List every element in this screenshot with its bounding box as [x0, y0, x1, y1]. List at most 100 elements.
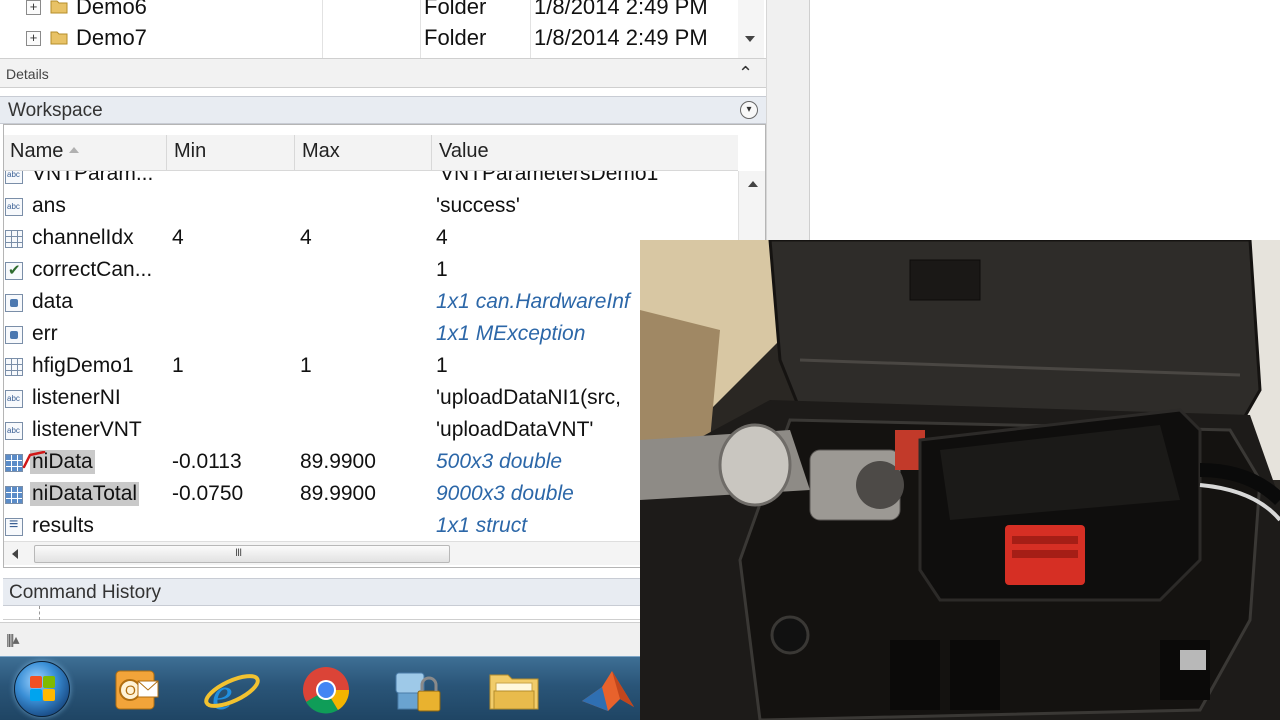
column-divider[interactable]	[166, 135, 167, 171]
details-panel-header[interactable]: Details ⌃	[0, 58, 766, 88]
table-row-selected[interactable]: niDataTotal -0.0750 89.9900 9000x3 doubl…	[4, 479, 738, 511]
folder-date: 1/8/2014 2:49 PM	[534, 0, 708, 19]
internet-explorer-icon[interactable]: e	[200, 663, 264, 717]
svg-text:O: O	[125, 682, 136, 698]
folder-icon	[50, 31, 68, 45]
matlab-icon[interactable]	[576, 663, 640, 717]
screen: + Demo6 Folder 1/8/2014 2:49 PM + Demo7 …	[0, 0, 1280, 720]
column-divider[interactable]	[294, 135, 295, 171]
scrollbar-thumb[interactable]: III	[34, 545, 450, 563]
table-row[interactable]: listenerNI 'uploadDataNI1(src,	[4, 383, 738, 415]
variable-value: 'uploadDataVNT'	[436, 418, 594, 441]
variable-max: 1	[300, 354, 312, 377]
variable-name: ans	[32, 194, 66, 217]
table-row[interactable]: err 1x1 MException	[4, 319, 738, 351]
column-header-min[interactable]: Min	[174, 140, 206, 166]
grip-icon[interactable]: ||||▴	[6, 631, 20, 648]
expand-icon[interactable]: +	[26, 31, 41, 46]
grip-icon: III	[235, 547, 242, 559]
char-variable-icon	[5, 390, 23, 408]
variable-name: data	[32, 290, 73, 313]
credentials-icon[interactable]	[388, 663, 452, 717]
numeric-variable-icon	[5, 230, 23, 248]
variable-min: 4	[172, 226, 184, 249]
variable-min: -0.0113	[172, 450, 242, 473]
variable-value: 'VNTParametersDemo1'	[436, 171, 663, 185]
start-button[interactable]	[14, 661, 70, 717]
variable-name: VNTParam...	[32, 171, 154, 185]
panel-menu-icon[interactable]: ▾	[740, 101, 758, 119]
variable-name: listenerNI	[32, 386, 121, 409]
scroll-down-icon[interactable]	[745, 36, 755, 42]
table-row-selected[interactable]: niData -0.0113 89.9900 500x3 double	[4, 447, 738, 479]
variable-max: 89.9900	[300, 450, 376, 473]
current-folder-list: + Demo6 Folder 1/8/2014 2:49 PM + Demo7 …	[0, 0, 766, 58]
variable-value: 1	[436, 258, 448, 281]
workspace-table-header: Name Min Max Value	[4, 135, 738, 171]
variable-max: 4	[300, 226, 312, 249]
char-variable-icon	[5, 171, 23, 184]
folder-row-demo7[interactable]: + Demo7 Folder 1/8/2014 2:49 PM	[0, 25, 740, 57]
table-row[interactable]: ans 'success'	[4, 191, 738, 223]
expand-icon[interactable]: +	[26, 0, 41, 15]
column-header-name-label: Name	[10, 140, 64, 162]
mouse-cursor-icon	[22, 451, 46, 469]
object-variable-icon	[5, 294, 23, 312]
char-variable-icon	[5, 198, 23, 216]
file-explorer-icon[interactable]	[482, 663, 546, 717]
variable-name: err	[32, 322, 58, 345]
variable-max: 89.9900	[300, 482, 376, 505]
variable-name: results	[32, 514, 94, 537]
folder-name: Demo6	[76, 0, 147, 19]
column-header-name[interactable]: Name	[10, 140, 80, 166]
struct-variable-icon	[5, 516, 23, 536]
workspace-title: Workspace	[8, 100, 103, 121]
variable-name: correctCan...	[32, 258, 153, 281]
folder-type: Folder	[424, 0, 487, 19]
variable-value: 1x1 MException	[436, 322, 586, 345]
file-list-scrollbar[interactable]	[738, 0, 764, 58]
column-header-max[interactable]: Max	[302, 140, 340, 166]
column-header-value[interactable]: Value	[439, 140, 489, 166]
table-row[interactable]: correctCan... 1	[4, 255, 738, 287]
table-row[interactable]: results 1x1 struct	[4, 511, 738, 541]
variable-value: 'uploadDataNI1(src,	[436, 386, 621, 409]
object-variable-icon	[5, 326, 23, 344]
svg-text:e: e	[212, 668, 232, 717]
scroll-up-icon[interactable]	[748, 181, 758, 187]
workspace-horizontal-scrollbar[interactable]: III	[4, 541, 738, 565]
folder-date: 1/8/2014 2:49 PM	[534, 25, 708, 50]
char-variable-icon	[5, 422, 23, 440]
table-row[interactable]: data 1x1 can.HardwareInf	[4, 287, 738, 319]
variable-name: niDataTotal	[30, 482, 140, 506]
folder-icon	[50, 0, 68, 14]
workspace-rows: VNTParam... 'VNTParametersDemo1' ans 'su…	[4, 171, 738, 541]
table-row[interactable]: listenerVNT 'uploadDataVNT'	[4, 415, 738, 447]
variable-value: 1	[436, 354, 448, 377]
variable-min: 1	[172, 354, 184, 377]
scroll-left-icon[interactable]	[12, 549, 18, 559]
variable-min: -0.0750	[172, 482, 244, 505]
workspace-header: Workspace ▾	[0, 96, 766, 124]
webcam-video-overlay	[640, 240, 1280, 720]
variable-value: 9000x3 double	[436, 482, 574, 505]
numeric-variable-icon	[5, 486, 23, 504]
numeric-variable-icon	[5, 358, 23, 376]
history-gutter	[39, 606, 40, 620]
table-row[interactable]: VNTParam... 'VNTParametersDemo1'	[4, 171, 738, 191]
chrome-icon[interactable]	[294, 663, 358, 717]
details-label: Details	[6, 66, 49, 82]
column-divider[interactable]	[431, 135, 432, 171]
variable-name: listenerVNT	[32, 418, 142, 441]
command-history-title: Command History	[9, 582, 162, 603]
outlook-icon[interactable]: O	[106, 663, 170, 717]
table-row[interactable]: channelIdx 4 4 4	[4, 223, 738, 255]
variable-name: channelIdx	[32, 226, 134, 249]
windows-taskbar: O e	[0, 656, 640, 720]
variable-value: 4	[436, 226, 448, 249]
numeric-variable-icon	[5, 454, 23, 472]
folder-row-demo6[interactable]: + Demo6 Folder 1/8/2014 2:49 PM	[0, 0, 740, 26]
table-row[interactable]: hfigDemo1 1 1 1	[4, 351, 738, 383]
collapse-caret-icon[interactable]: ⌃	[738, 63, 753, 84]
variable-name: hfigDemo1	[32, 354, 134, 377]
